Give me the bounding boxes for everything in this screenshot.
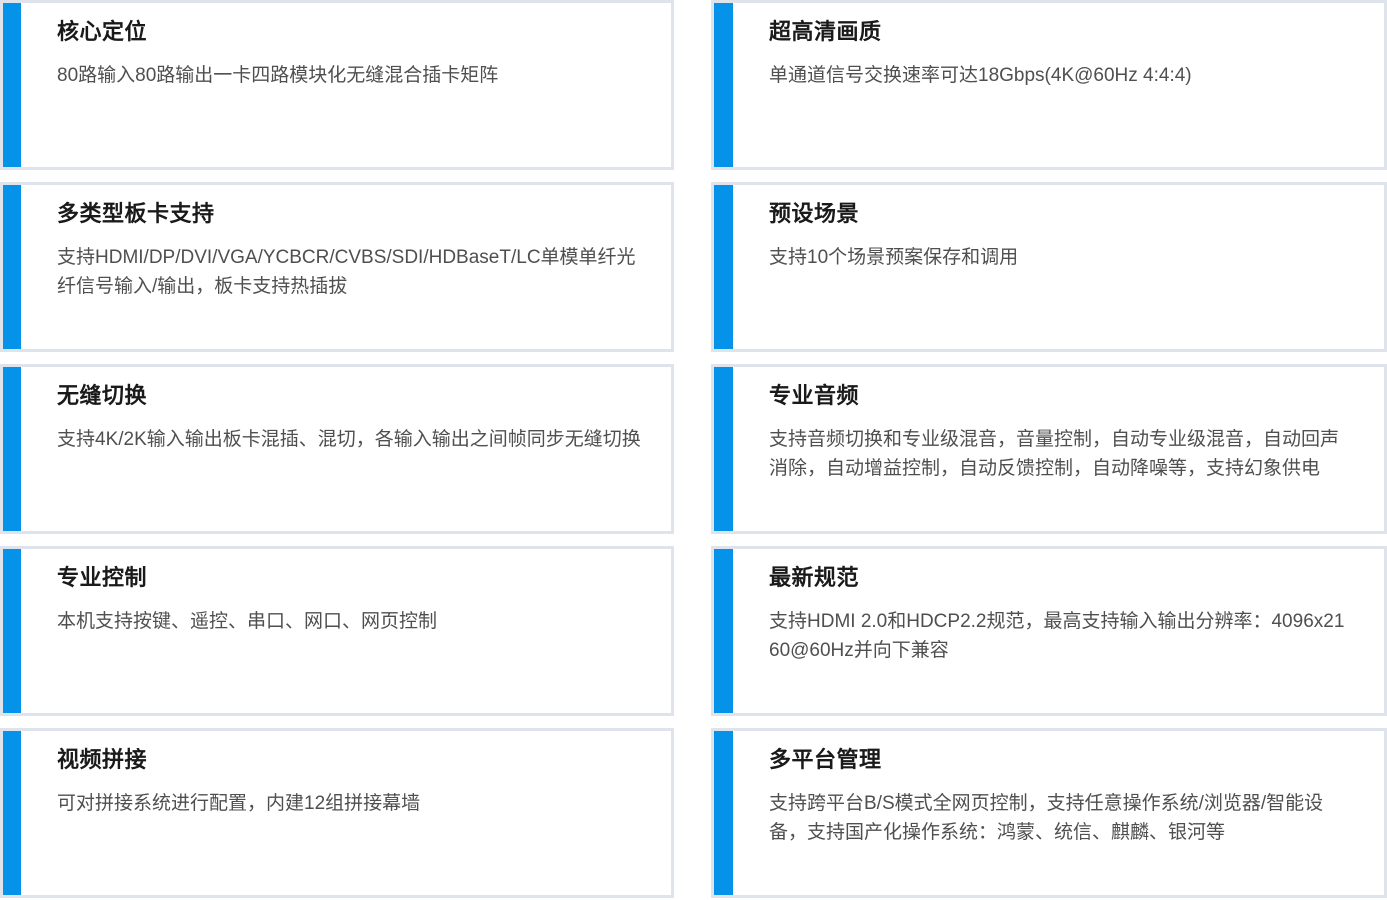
card-description: 支持10个场景预案保存和调用 bbox=[769, 247, 1019, 268]
feature-card-video-wall: 视频拼接 可对拼接系统进行配置，内建12组拼接幕墙 bbox=[0, 728, 674, 898]
card-accent-bar bbox=[714, 731, 733, 895]
card-title: 专业控制 bbox=[57, 565, 148, 590]
card-title: 预设场景 bbox=[769, 201, 860, 226]
feature-card-multi-platform: 多平台管理 支持跨平台B/S模式全网页控制，支持任意操作系统/浏览器/智能设备，… bbox=[711, 728, 1387, 898]
card-title: 视频拼接 bbox=[57, 747, 148, 772]
card-accent-bar bbox=[714, 367, 733, 531]
card-title: 超高清画质 bbox=[769, 19, 882, 44]
card-description: 支持跨平台B/S模式全网页控制，支持任意操作系统/浏览器/智能设备，支持国产化操… bbox=[769, 793, 1324, 843]
feature-card-pro-audio: 专业音频 支持音频切换和专业级混音，音量控制，自动专业级混音，自动回声消除，自动… bbox=[711, 364, 1387, 534]
card-description: 支持HDMI 2.0和HDCP2.2规范，最高支持输入输出分辨率：4096x21… bbox=[769, 611, 1345, 661]
card-description: 支持音频切换和专业级混音，音量控制，自动专业级混音，自动回声消除，自动增益控制，… bbox=[769, 429, 1340, 479]
feature-card-uhd-quality: 超高清画质 单通道信号交换速率可达18Gbps(4K@60Hz 4:4:4) bbox=[711, 0, 1387, 170]
feature-card-latest-spec: 最新规范 支持HDMI 2.0和HDCP2.2规范，最高支持输入输出分辨率：40… bbox=[711, 546, 1387, 716]
feature-card-preset-scenes: 预设场景 支持10个场景预案保存和调用 bbox=[711, 182, 1387, 352]
feature-card-core-positioning: 核心定位 80路输入80路输出一卡四路模块化无缝混合插卡矩阵 bbox=[0, 0, 674, 170]
card-description: 支持HDMI/DP/DVI/VGA/YCBCR/CVBS/SDI/HDBaseT… bbox=[57, 247, 636, 297]
card-title: 核心定位 bbox=[57, 19, 148, 44]
feature-card-pro-control: 专业控制 本机支持按键、遥控、串口、网口、网页控制 bbox=[0, 546, 674, 716]
feature-card-seamless-switch: 无缝切换 支持4K/2K输入输出板卡混插、混切，各输入输出之间帧同步无缝切换 bbox=[0, 364, 674, 534]
card-title: 多类型板卡支持 bbox=[57, 201, 215, 226]
card-accent-bar bbox=[714, 549, 733, 713]
card-accent-bar bbox=[3, 3, 21, 167]
card-accent-bar bbox=[714, 185, 733, 349]
card-description: 本机支持按键、遥控、串口、网口、网页控制 bbox=[57, 611, 438, 632]
card-description: 80路输入80路输出一卡四路模块化无缝混合插卡矩阵 bbox=[57, 65, 499, 86]
card-accent-bar bbox=[714, 3, 733, 167]
card-description: 支持4K/2K输入输出板卡混插、混切，各输入输出之间帧同步无缝切换 bbox=[57, 429, 641, 450]
card-description: 单通道信号交换速率可达18Gbps(4K@60Hz 4:4:4) bbox=[769, 65, 1192, 86]
card-accent-bar bbox=[3, 367, 21, 531]
card-title: 无缝切换 bbox=[57, 383, 148, 408]
card-title: 专业音频 bbox=[769, 383, 860, 408]
card-accent-bar bbox=[3, 185, 21, 349]
card-title: 多平台管理 bbox=[769, 747, 882, 772]
feature-card-board-support: 多类型板卡支持 支持HDMI/DP/DVI/VGA/YCBCR/CVBS/SDI… bbox=[0, 182, 674, 352]
card-title: 最新规范 bbox=[769, 565, 860, 590]
card-accent-bar bbox=[3, 549, 21, 713]
card-description: 可对拼接系统进行配置，内建12组拼接幕墙 bbox=[57, 793, 421, 814]
card-accent-bar bbox=[3, 731, 21, 895]
feature-grid: 核心定位 80路输入80路输出一卡四路模块化无缝混合插卡矩阵 超高清画质 单通道… bbox=[0, 0, 1387, 898]
